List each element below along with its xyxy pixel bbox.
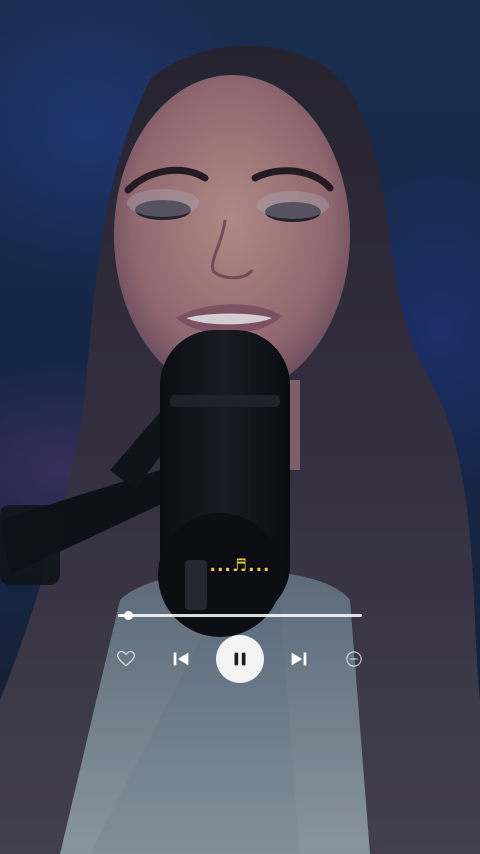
skip-previous-icon <box>173 652 189 666</box>
video-player-screen[interactable]: ...♬... <box>0 0 480 854</box>
seek-bar-track <box>118 614 362 617</box>
not-interested-button[interactable] <box>342 647 366 671</box>
like-button[interactable] <box>114 647 138 671</box>
next-track-button[interactable] <box>287 647 311 671</box>
play-pause-button[interactable] <box>216 635 264 683</box>
pause-icon <box>234 652 246 666</box>
seek-bar[interactable] <box>118 611 362 620</box>
playback-controls <box>0 634 480 684</box>
seek-bar-thumb[interactable] <box>123 611 133 620</box>
heart-outline-icon <box>117 650 135 667</box>
previous-track-button[interactable] <box>169 647 193 671</box>
minus-circle-icon <box>346 651 362 667</box>
lyric-indicator: ...♬... <box>209 556 271 576</box>
video-frame <box>0 0 480 854</box>
skip-next-icon <box>291 652 307 666</box>
